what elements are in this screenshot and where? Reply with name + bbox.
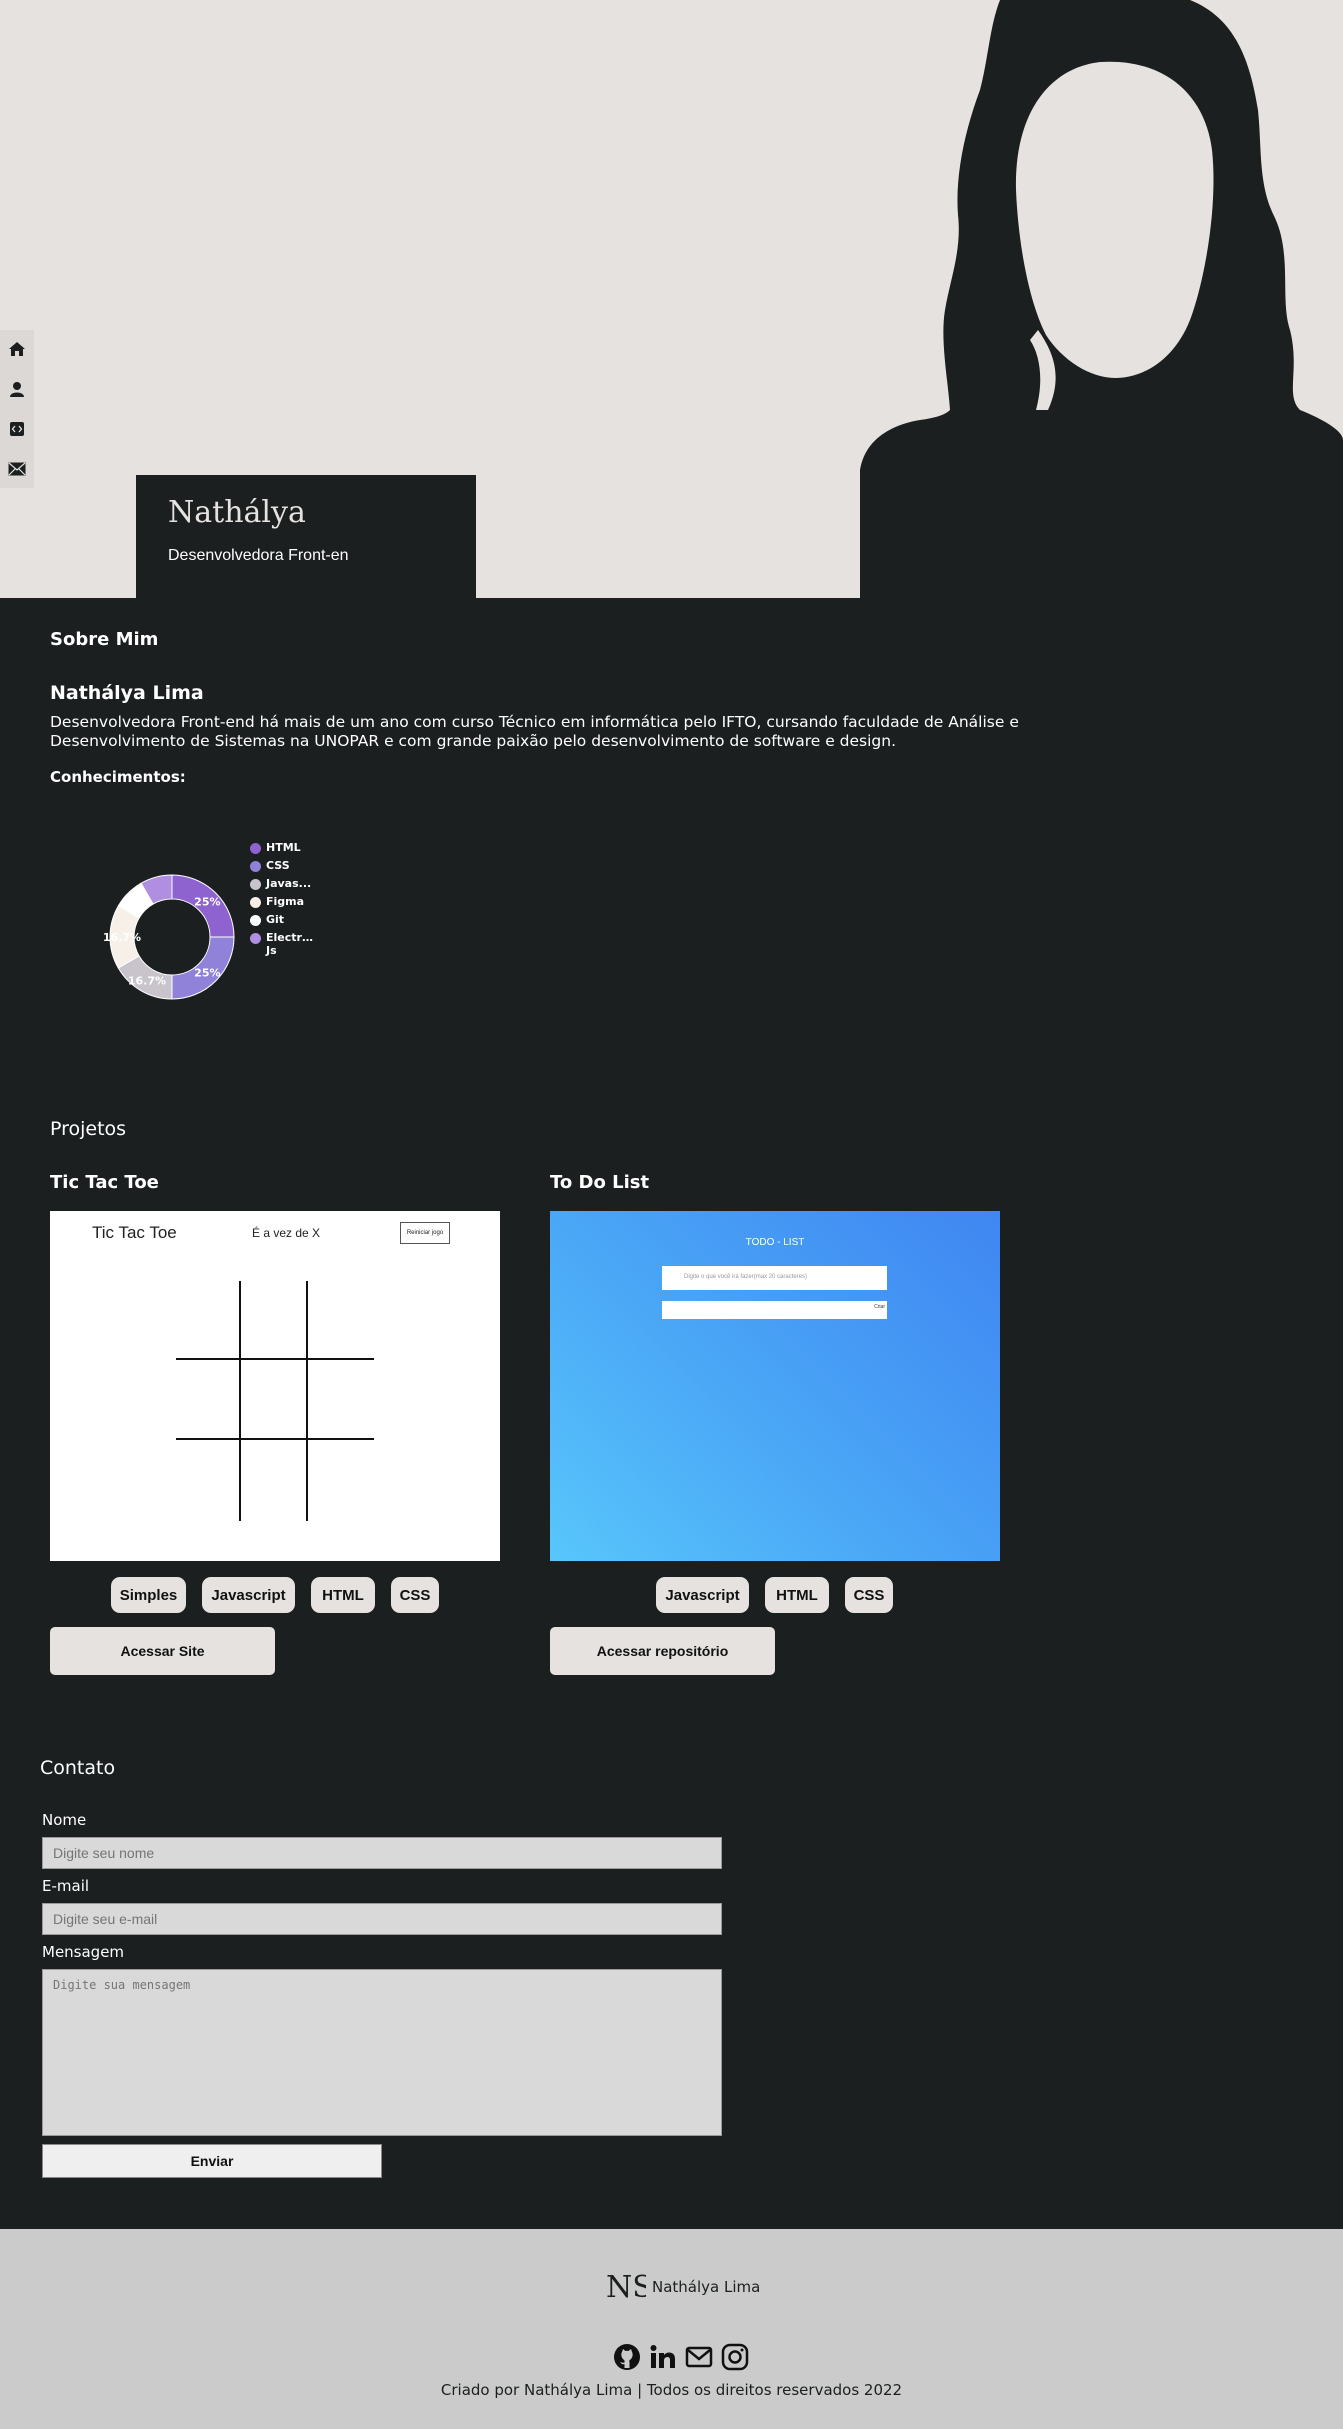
instagram-icon [721,2343,749,2371]
skills-chart-legend: HTML CSS Javas... Figma Git Electron Js [250,841,326,961]
mail-icon [8,462,26,476]
tag-javascript-todo: Javascript [656,1577,749,1613]
hero-role: Desenvolvedora Front-en [168,547,349,564]
nav-projects-button[interactable] [0,410,34,448]
legend-swatch [250,879,261,890]
legend-swatch [250,897,261,908]
footer-brand: Nathálya Lima [652,2278,761,2296]
legend-label: HTML [266,841,301,854]
preview-todo-heading: TODO - LIST [745,1237,805,1248]
code-icon [10,422,24,436]
tag-css-todo: CSS [845,1577,893,1613]
message-textarea[interactable] [42,1969,722,2136]
chart-data-label-3: 16.7% [103,931,141,944]
project-title-tictactoe: Tic Tac Toe [50,1172,159,1193]
chart-data-label-2: 16.7% [128,974,166,987]
legend-item-3: Figma [250,895,326,913]
preview-todo-input: Digite o que você irá fazer(max 20 carac… [662,1266,887,1290]
send-button[interactable]: Enviar [42,2144,382,2178]
email-link[interactable] [684,2342,714,2372]
about-title: Sobre Mim [50,629,159,650]
legend-label: CSS [266,859,290,872]
email-input[interactable] [42,1903,722,1935]
legend-item-5: Electron Js [250,931,316,961]
name-input[interactable] [42,1837,722,1869]
tictactoe-grid [176,1281,374,1521]
github-icon [614,2344,640,2370]
about-name: Nathálya Lima [50,682,204,704]
access-site-button[interactable]: Acessar Site [50,1627,275,1675]
footer: NS Nathálya Lima Criado por Nathálya Lim… [0,2229,1343,2429]
legend-swatch [250,933,261,944]
legend-label: Figma [266,895,305,908]
message-label: Mensagem [42,1943,125,1961]
preview-todo-row: Criar [662,1301,887,1319]
profile-silhouette-image [860,0,1343,598]
legend-swatch [250,843,261,854]
ns-logo-text: NS [606,2270,646,2303]
linkedin-icon [650,2345,675,2368]
project-preview-tictactoe[interactable]: Tic Tac Toe É a vez de X Reiniciar jogo [50,1211,500,1561]
footer-copyright: Criado por Nathálya Lima | Todos os dire… [440,2381,903,2399]
instagram-link[interactable] [720,2342,750,2372]
home-icon [9,342,25,356]
projects-title: Projetos [50,1118,127,1140]
legend-swatch [250,915,261,926]
legend-item-1: CSS [250,859,326,877]
legend-item-0: HTML [250,841,326,859]
tag-html-todo: HTML [765,1577,829,1613]
side-nav [0,330,34,488]
email-icon [685,2346,713,2368]
ns-logo: NS [606,2270,646,2303]
chart-data-label-1: 25% [194,966,220,979]
tag-html: HTML [311,1577,375,1613]
about-text: Desenvolvedora Front-end há mais de um a… [50,713,1019,750]
tag-javascript: Javascript [202,1577,295,1613]
preview-todo-create-button: Criar [874,1304,885,1310]
name-label: Nome [42,1811,87,1829]
nav-about-button[interactable] [0,370,34,408]
project-title-todolist: To Do List [550,1172,650,1193]
legend-label: Electron Js [266,931,316,957]
legend-item-2: Javas... [250,877,326,895]
user-icon [10,382,24,397]
tag-simples: Simples [111,1577,186,1613]
email-label: E-mail [42,1877,90,1895]
legend-item-4: Git [250,913,326,931]
legend-label: Javas... [266,877,312,890]
legend-label: Git [266,913,285,926]
access-repository-button[interactable]: Acessar repositório [550,1627,775,1675]
nav-home-button[interactable] [0,330,34,368]
skills-title: Conhecimentos: [50,768,186,786]
contact-title: Contato [40,1757,116,1779]
chart-data-label-0: 25% [194,896,220,909]
tag-css: CSS [391,1577,439,1613]
legend-swatch [250,861,261,872]
footer-social-links [612,2342,750,2372]
hero-name-card: Nathálya Desenvolvedora Front-en [136,475,476,598]
github-link[interactable] [612,2342,642,2372]
project-preview-todolist[interactable]: TODO - LIST Digite o que você irá fazer(… [550,1211,1000,1561]
linkedin-link[interactable] [648,2342,678,2372]
nav-contact-button[interactable] [0,450,34,488]
hero-name: Nathálya [168,495,306,530]
